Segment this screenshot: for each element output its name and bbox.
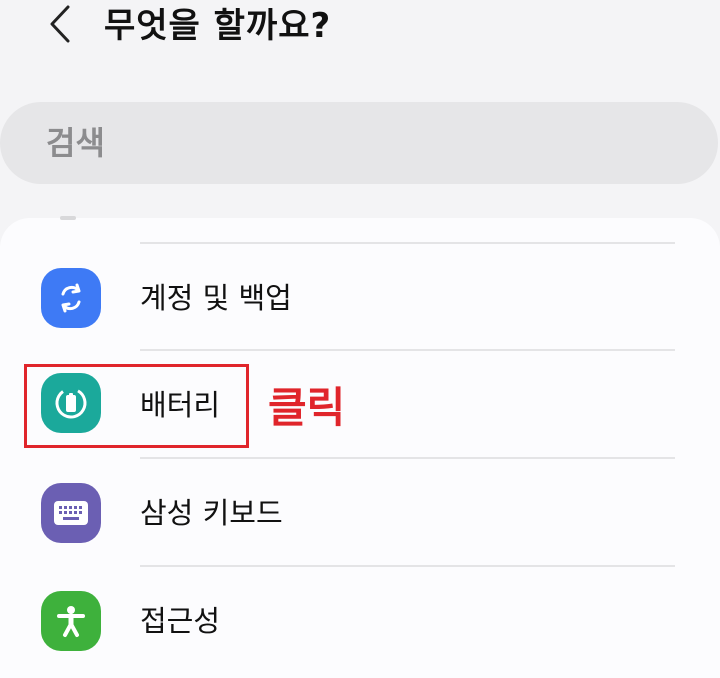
sync-icon [41,268,101,328]
divider [140,457,675,459]
search-input[interactable] [46,102,646,184]
list-item-label: 삼성 키보드 [140,496,283,530]
scroll-peek [60,216,76,220]
chevron-left-icon [46,3,74,49]
accessibility-icon [41,591,101,651]
list-item-label: 접근성 [140,604,221,638]
app-header: 무엇을 할까요? [0,0,720,80]
list-item-samsung-keyboard[interactable]: 삼성 키보드 [0,461,720,565]
list-item-accessibility[interactable]: 접근성 [0,569,720,673]
divider [140,565,675,567]
back-button[interactable] [36,2,84,50]
keyboard-icon [41,483,101,543]
click-annotation: 클릭 [268,383,346,432]
list-item-account-backup[interactable]: 계정 및 백업 [0,246,720,350]
highlight-box [24,364,249,448]
page-title: 무엇을 할까요? [104,6,332,46]
search-bar[interactable] [0,102,718,184]
settings-card: 계정 및 백업 배터리 삼성 키보드 접근성 [0,216,720,678]
divider [140,349,675,351]
list-item-label: 계정 및 백업 [140,281,292,315]
divider [140,242,675,244]
